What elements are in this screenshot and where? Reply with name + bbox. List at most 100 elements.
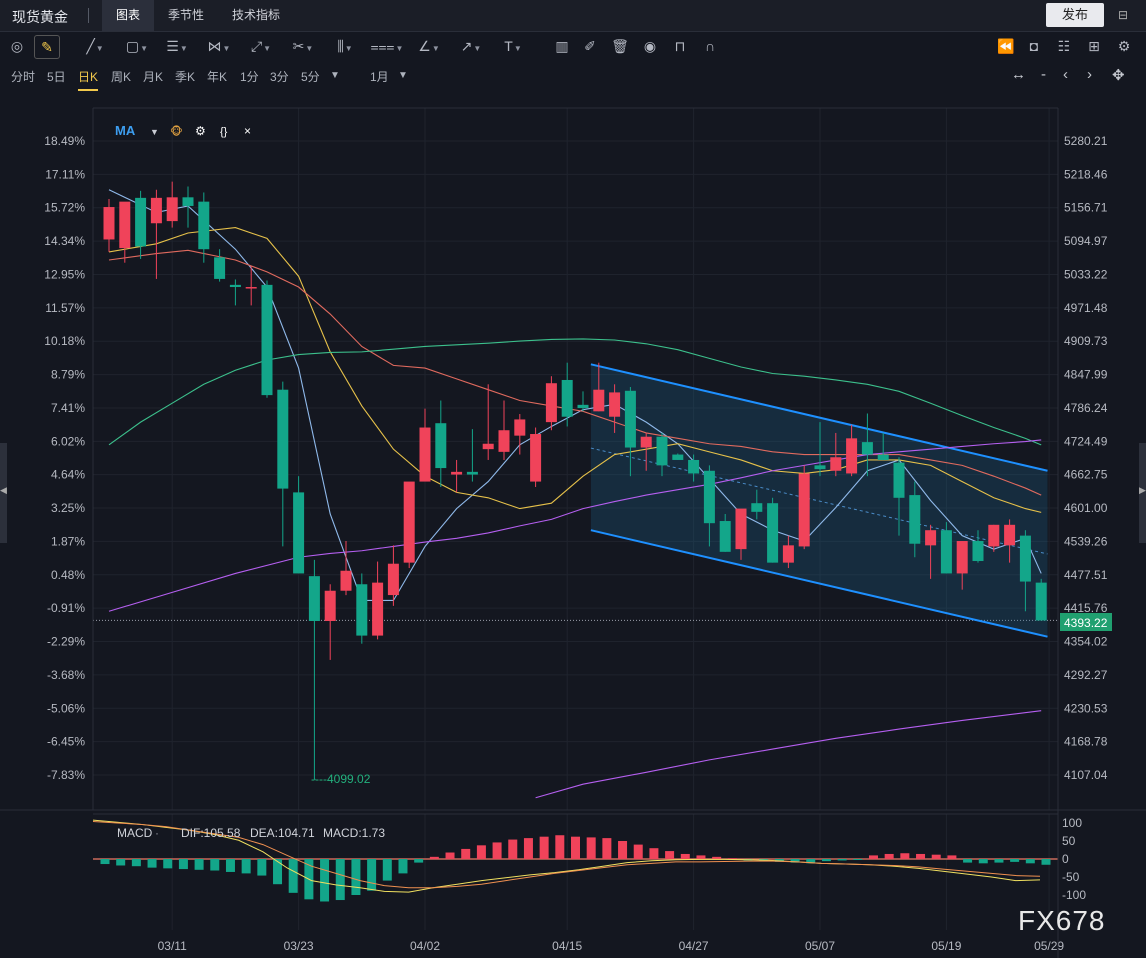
y-percent-tick: 15.72% — [44, 201, 85, 215]
candle-body — [861, 442, 873, 455]
candle-body — [593, 389, 605, 412]
x-tick: 04/27 — [679, 939, 709, 953]
candle-body — [198, 201, 210, 250]
y-percent-tick: 17.11% — [45, 167, 85, 181]
gear-icon[interactable]: ⚙ — [195, 124, 206, 138]
y-price-tick: 4354.02 — [1064, 635, 1108, 649]
candle-body — [909, 495, 921, 544]
macd-bar — [288, 859, 298, 893]
macd-dea-value: DEA:104.71 — [250, 826, 315, 840]
candle-body — [830, 457, 842, 471]
candle-body — [640, 436, 652, 448]
candle-body — [277, 389, 289, 489]
low-price-marker: ----4099.02 — [311, 772, 371, 786]
macd-bar — [696, 855, 706, 859]
price-chart[interactable]: 5280.21 18.49% 5218.46 17.11% 5156.71 15.72% 5… — [0, 0, 1146, 958]
candle-body — [1019, 535, 1031, 582]
candle-body — [577, 404, 589, 409]
macd-bar — [916, 853, 926, 859]
ma-legend-name[interactable]: MA — [115, 123, 136, 138]
macd-bar — [382, 859, 392, 881]
macd-bar — [351, 859, 361, 895]
candle-body — [1004, 524, 1016, 546]
y-price-tick: 4230.53 — [1064, 701, 1108, 715]
macd-bar — [429, 856, 439, 859]
candle-body — [419, 427, 431, 482]
candle-body — [656, 436, 668, 466]
candle-body — [482, 443, 494, 450]
y-percent-tick: 18.49% — [44, 134, 85, 148]
x-tick: 04/02 — [410, 939, 440, 953]
y-price-tick: 4847.99 — [1064, 368, 1108, 382]
candle-body — [103, 207, 115, 240]
candle-body — [182, 197, 194, 206]
candle-body — [229, 284, 241, 288]
current-price-label: 4393.22 — [1064, 616, 1108, 630]
candle-body — [119, 201, 131, 249]
macd-bar — [665, 851, 675, 859]
candle-body — [735, 508, 747, 550]
macd-bar — [837, 859, 847, 861]
y-percent-tick: 11.57% — [45, 301, 85, 315]
x-tick: 04/15 — [552, 939, 582, 953]
candle-body — [245, 287, 257, 289]
macd-bar — [163, 859, 173, 869]
macd-bar — [508, 839, 518, 859]
x-tick: 03/23 — [284, 939, 314, 953]
ma-dropdown-icon[interactable]: ▼ — [150, 127, 159, 137]
candle-body — [498, 430, 510, 452]
macd-bar — [900, 853, 910, 859]
macd-bar — [320, 859, 330, 902]
y-price-tick: 5280.21 — [1064, 134, 1108, 148]
macd-tick: 0 — [1062, 852, 1069, 866]
monkey-icon[interactable]: 🐵 — [170, 125, 183, 138]
macd-bar — [210, 859, 220, 871]
macd-bar — [194, 859, 204, 870]
candle-body — [308, 576, 320, 622]
macd-bar — [821, 859, 831, 862]
y-percent-tick: 4.64% — [51, 468, 85, 482]
macd-bar — [445, 852, 455, 859]
y-percent-tick: 8.79% — [51, 368, 85, 382]
y-percent-tick: -6.45% — [47, 735, 85, 749]
code-icon[interactable]: {} — [220, 126, 228, 138]
macd-bar — [853, 859, 863, 860]
y-price-tick: 4107.04 — [1064, 768, 1108, 782]
y-price-tick: 4601.00 — [1064, 501, 1108, 515]
macd-bar — [241, 859, 251, 874]
y-percent-tick: 12.95% — [44, 267, 85, 281]
y-price-tick: 5094.97 — [1064, 234, 1108, 248]
y-price-tick: 5033.22 — [1064, 267, 1108, 281]
macd-tick: 50 — [1062, 834, 1076, 848]
y-price-tick: 4909.73 — [1064, 334, 1108, 348]
macd-legend-separator: · — [155, 826, 159, 840]
macd-bar — [586, 837, 596, 859]
y-percent-tick: 14.34% — [44, 234, 85, 248]
candle-body — [893, 462, 905, 498]
candle-body — [372, 582, 384, 636]
ma120-line — [535, 710, 1042, 799]
y-price-tick: 4662.75 — [1064, 468, 1108, 482]
macd-hist-value: MACD:1.73 — [323, 826, 385, 840]
close-icon[interactable]: × — [244, 124, 251, 138]
y-price-tick: 5218.46 — [1064, 167, 1108, 181]
macd-bar — [1010, 859, 1020, 862]
macd-bar — [147, 859, 157, 868]
y-price-tick: 5156.71 — [1064, 201, 1108, 215]
candle-body — [925, 530, 937, 546]
candle-body — [451, 471, 463, 475]
candle-body — [530, 434, 542, 482]
candle-body — [814, 465, 826, 470]
macd-bar — [1025, 859, 1035, 864]
candle-body — [609, 392, 621, 417]
candle-body — [782, 545, 794, 563]
candle-body — [466, 471, 478, 475]
y-price-tick: 4539.26 — [1064, 534, 1108, 548]
macd-bar — [539, 836, 549, 859]
macd-legend-name: MACD — [117, 826, 153, 840]
macd-bar — [492, 842, 502, 859]
candle-body — [403, 481, 415, 563]
macd-panel: 100 50 0 -50 -100 — [92, 816, 1086, 902]
candle-body — [387, 563, 399, 596]
candle-body — [261, 284, 273, 396]
